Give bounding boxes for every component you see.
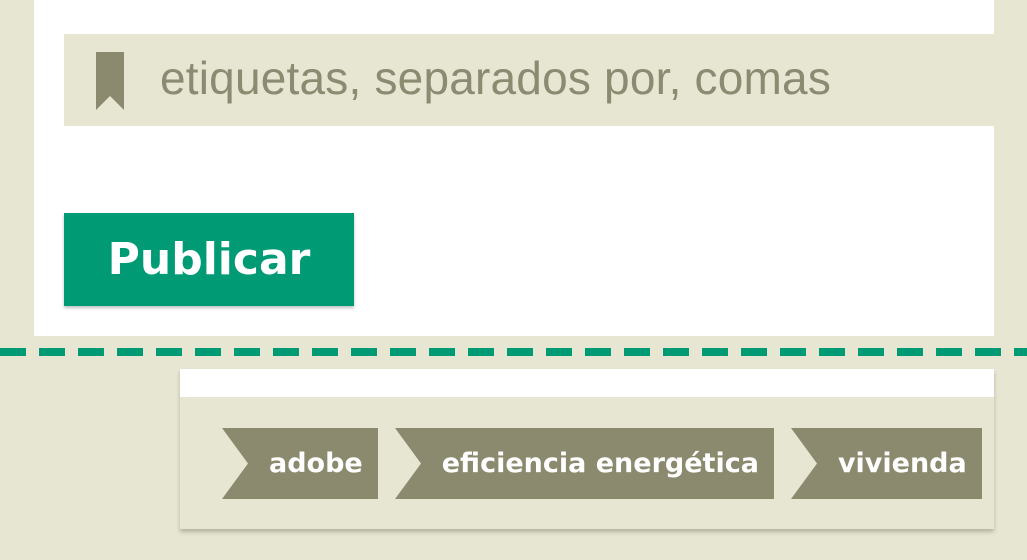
- bookmark-icon: [96, 52, 124, 110]
- tag-notch-icon: [394, 428, 421, 499]
- tag-label: adobe: [269, 448, 363, 479]
- tag-item[interactable]: adobe: [222, 428, 378, 499]
- tag-item[interactable]: eficiencia energética: [394, 428, 774, 499]
- tag-list: adobe eficiencia energética vivienda: [222, 428, 982, 499]
- publish-button[interactable]: Publicar: [64, 213, 354, 306]
- tags-input[interactable]: etiquetas, separados por, comas: [64, 34, 994, 126]
- tag-notch-icon: [222, 428, 248, 499]
- tag-notch-icon: [790, 428, 817, 499]
- tag-label: eficiencia energética: [441, 448, 759, 479]
- tags-placeholder: etiquetas, separados por, comas: [160, 52, 832, 104]
- post-form-panel: etiquetas, separados por, comas Publicar: [34, 0, 994, 336]
- dashed-separator: [0, 348, 1027, 356]
- tag-item[interactable]: vivienda: [790, 428, 982, 499]
- tag-label: vivienda: [837, 448, 967, 479]
- tags-panel: adobe eficiencia energética vivienda: [180, 369, 994, 529]
- tags-panel-header: [180, 369, 994, 397]
